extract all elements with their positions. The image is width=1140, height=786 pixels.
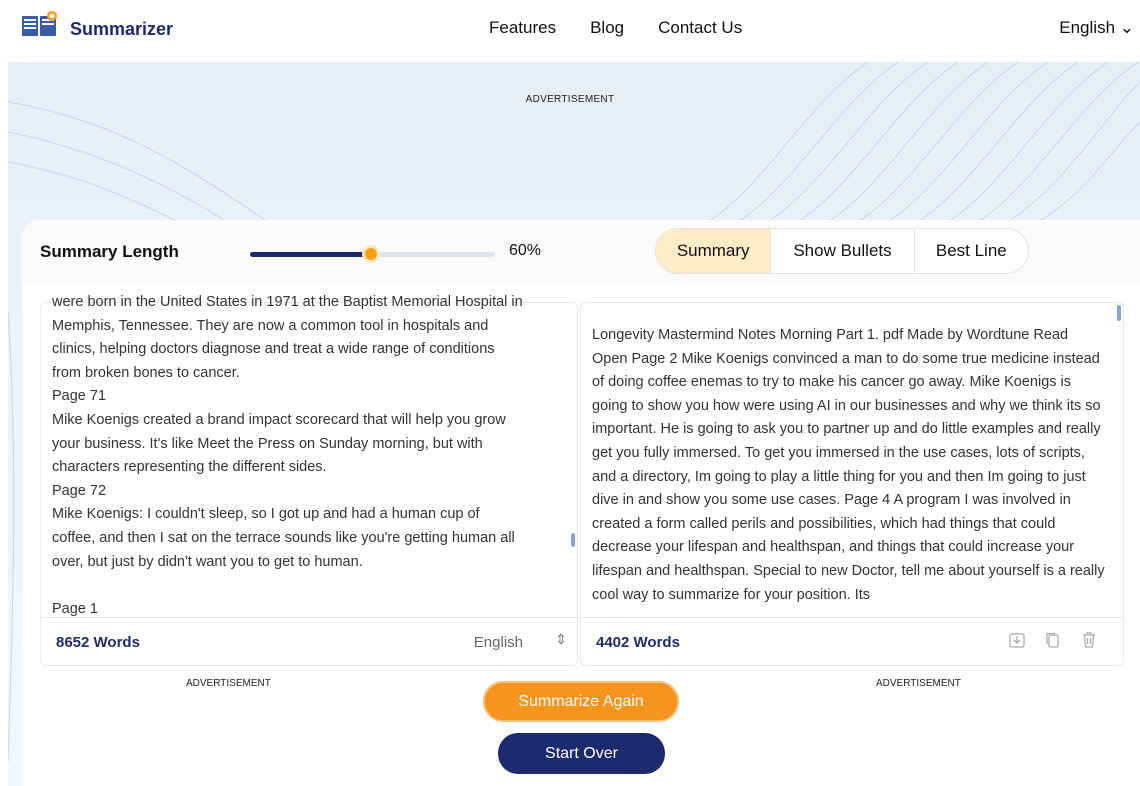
- summary-length-label: Summary Length: [40, 242, 179, 261]
- language-label: English: [1059, 18, 1116, 37]
- mode-tabs: Summary Show Bullets Best Line: [655, 228, 1029, 274]
- advertisement-label-top: ADVERTISEMENT: [525, 94, 615, 105]
- input-line: Page 72: [52, 482, 107, 499]
- input-line: [52, 574, 561, 598]
- output-paragraph: Longevity Mastermind Notes Morning Part …: [592, 327, 1105, 603]
- chevron-down-icon: ⌄: [1115, 18, 1134, 37]
- nav-contact-us[interactable]: Contact Us: [658, 18, 742, 38]
- output-text: Longevity Mastermind Notes Morning Part …: [592, 324, 1107, 617]
- input-line: Mike Koenigs created a brand impact scor…: [52, 411, 506, 428]
- input-scrollbar[interactable]: [571, 533, 575, 547]
- download-icon[interactable]: [1007, 630, 1029, 652]
- language-selector[interactable]: English ⌄: [1059, 18, 1134, 38]
- book-logo-icon: [22, 11, 57, 36]
- output-panel: Longevity Mastermind Notes Morning Part …: [580, 302, 1124, 666]
- logo[interactable]: Summarizer: [20, 10, 173, 40]
- trash-icon[interactable]: [1079, 630, 1101, 652]
- input-line: Page 1: [52, 600, 98, 617]
- input-line: were born in the United States in 1971 a…: [52, 294, 523, 310]
- nav-features[interactable]: Features: [489, 18, 556, 38]
- tab-summary[interactable]: Summary: [656, 229, 772, 273]
- start-over-button[interactable]: Start Over: [498, 733, 665, 774]
- advertisement-label-left: ADVERTISEMENT: [186, 678, 271, 689]
- input-line: your business. It's like Meet the Press …: [52, 435, 483, 452]
- input-line: clinics, helping doctors diagnose and tr…: [52, 341, 495, 358]
- input-footer: 8652 Words English ⇕: [41, 617, 577, 665]
- main-nav: Features Blog Contact Us: [489, 18, 776, 38]
- updown-arrow-icon[interactable]: ⇕: [555, 631, 567, 648]
- tab-show-bullets[interactable]: Show Bullets: [771, 229, 915, 273]
- copy-icon[interactable]: [1043, 630, 1065, 652]
- input-line: over, but just by didn't want you to get…: [52, 553, 363, 570]
- input-line: Mike Koenigs: I couldn't sleep, so I got…: [52, 506, 480, 523]
- output-footer: 4402 Words: [581, 617, 1123, 665]
- input-line: Memphis, Tennessee. They are now a commo…: [52, 317, 489, 334]
- tab-best-line[interactable]: Best Line: [915, 229, 1028, 273]
- input-line: from broken bones to cancer.: [52, 364, 240, 381]
- summarize-again-button[interactable]: Summarize Again: [483, 681, 679, 722]
- logo-text: Summarizer: [70, 18, 174, 39]
- input-line: characters representing the different si…: [52, 459, 327, 476]
- input-panel: were born in the United States in 1971 a…: [40, 294, 578, 666]
- slider-thumb[interactable]: [361, 245, 380, 263]
- output-word-count: 4402 Words: [596, 634, 680, 651]
- slider-percentage: 60%: [509, 242, 542, 259]
- input-language-select[interactable]: English: [474, 634, 523, 651]
- input-line: Page 71: [52, 388, 107, 405]
- top-header: Summarizer Features Blog Contact Us Engl…: [0, 0, 1140, 62]
- input-line: coffee, and then I sat on the terrace so…: [52, 529, 515, 546]
- input-word-count: 8652 Words: [56, 634, 140, 651]
- input-textarea[interactable]: were born in the United States in 1971 a…: [52, 291, 561, 617]
- output-actions: [993, 630, 1101, 652]
- slider-fill: [250, 252, 371, 257]
- nav-blog[interactable]: Blog: [590, 18, 624, 38]
- advertisement-label-right: ADVERTISEMENT: [876, 678, 961, 689]
- output-scrollbar[interactable]: [1117, 305, 1121, 321]
